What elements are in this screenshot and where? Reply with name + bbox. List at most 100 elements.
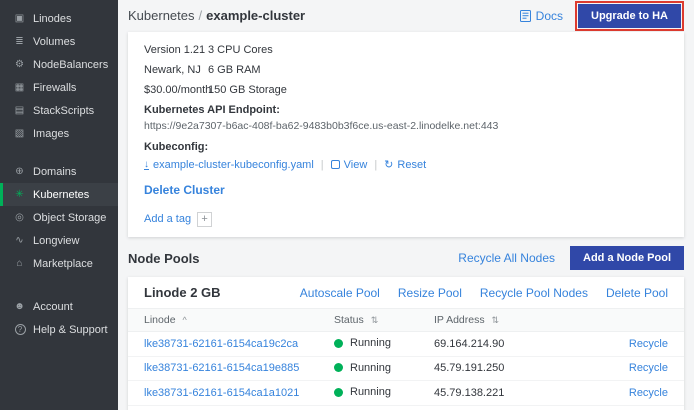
api-endpoint-url: https://9e2a7307-b6ac-408f-ba62-9483b0b3… (144, 120, 668, 132)
sidebar-item-label: Account (33, 301, 73, 313)
volumes-icon: ≣ (13, 36, 26, 47)
cluster-specs: Version 1.21 3 CPU Cores Newark, NJ 6 GB… (144, 40, 668, 100)
kubeconfig-view-link[interactable]: View (331, 159, 368, 171)
sidebar-item-label: Firewalls (33, 82, 76, 94)
add-node-pool-button[interactable]: Add a Node Pool (570, 246, 684, 270)
ip-address: 69.164.214.90 (418, 332, 568, 357)
column-header-linode[interactable]: Linode ^ (128, 309, 318, 332)
sidebar-item-label: Domains (33, 166, 76, 178)
pool-action-links: Autoscale Pool Resize Pool Recycle Pool … (300, 286, 668, 300)
breadcrumb: Kubernetes/example-cluster (128, 8, 305, 23)
sidebar-item-domains[interactable]: ⊕ Domains (0, 160, 118, 183)
sidebar-item-help-support[interactable]: ? Help & Support (0, 318, 118, 341)
images-icon: ▧ (13, 128, 26, 139)
marketplace-icon: ⌂ (13, 258, 26, 269)
recycle-node-link[interactable]: Recycle (629, 362, 668, 374)
column-header-status[interactable]: Status ⇅ (318, 309, 418, 332)
node-pool-card: Linode 2 GB Autoscale Pool Resize Pool R… (128, 277, 684, 410)
status-label: Running (350, 386, 391, 398)
sidebar: ▣ Linodes ≣ Volumes ⚙ NodeBalancers ▦ Fi… (0, 0, 118, 410)
recycle-node-link[interactable]: Recycle (629, 338, 668, 350)
docs-link[interactable]: Docs (520, 9, 563, 23)
sidebar-item-linodes[interactable]: ▣ Linodes (0, 7, 118, 30)
node-link[interactable]: lke38731-62161-6154ca19c2ca (144, 338, 298, 350)
node-pools-actions: Recycle All Nodes Add a Node Pool (458, 246, 684, 270)
cluster-summary-card: Version 1.21 3 CPU Cores Newark, NJ 6 GB… (128, 32, 684, 237)
node-link[interactable]: lke38731-62161-6154ca19e885 (144, 362, 299, 374)
download-icon: ↓ (144, 160, 149, 170)
status-dot-icon (334, 339, 343, 348)
kubeconfig-reset-link[interactable]: ↻ Reset (384, 158, 426, 171)
sidebar-item-firewalls[interactable]: ▦ Firewalls (0, 76, 118, 99)
plus-icon: + (197, 212, 212, 227)
autoscale-pool-link[interactable]: Autoscale Pool (300, 286, 380, 300)
page-header: Kubernetes/example-cluster Docs Upgrade … (118, 0, 694, 32)
kubeconfig-download-link[interactable]: ↓ example-cluster-kubeconfig.yaml (144, 159, 314, 171)
sidebar-item-label: Linodes (33, 13, 72, 25)
reset-label: Reset (397, 159, 426, 171)
spec-cpu: 3 CPU Cores (208, 40, 668, 60)
sidebar-item-stackscripts[interactable]: ▤ StackScripts (0, 99, 118, 122)
sidebar-item-kubernetes[interactable]: ✳ Kubernetes (0, 183, 118, 206)
spec-price: $30.00/month (144, 80, 208, 100)
header-actions: Docs Upgrade to HA (520, 1, 684, 31)
delete-cluster-row: Delete Cluster (144, 181, 668, 199)
status-badge: Running (334, 362, 391, 374)
help-icon: ? (13, 324, 26, 335)
divider: | (374, 159, 377, 171)
sidebar-item-label: Marketplace (33, 258, 93, 270)
status-label: Running (350, 337, 391, 349)
kubeconfig-label: Kubeconfig: (144, 141, 668, 153)
docs-icon (520, 10, 531, 22)
kubeconfig-filename: example-cluster-kubeconfig.yaml (153, 159, 314, 171)
sidebar-item-label: Help & Support (33, 324, 108, 336)
sidebar-item-nodebalancers[interactable]: ⚙ NodeBalancers (0, 53, 118, 76)
sort-icon: ⇅ (371, 315, 379, 325)
sidebar-item-label: Object Storage (33, 212, 106, 224)
recycle-pool-nodes-link[interactable]: Recycle Pool Nodes (480, 286, 588, 300)
sidebar-item-label: NodeBalancers (33, 59, 108, 71)
docs-label: Docs (536, 9, 563, 23)
spec-version: Version 1.21 (144, 40, 208, 60)
sidebar-item-account[interactable]: ☻ Account (0, 295, 118, 318)
tags-row: Add a tag + (144, 209, 668, 227)
sidebar-item-images[interactable]: ▧ Images (0, 122, 118, 145)
status-label: Running (350, 362, 391, 374)
resize-pool-link[interactable]: Resize Pool (398, 286, 462, 300)
status-dot-icon (334, 388, 343, 397)
breadcrumb-section[interactable]: Kubernetes (128, 8, 195, 23)
stackscripts-icon: ▤ (13, 105, 26, 116)
sort-icon: ⇅ (492, 315, 500, 325)
sidebar-item-object-storage[interactable]: ◎ Object Storage (0, 206, 118, 229)
table-row: lke38731-62161-6154ca19c2ca Running 69.1… (128, 332, 684, 357)
status-badge: Running (334, 337, 391, 349)
add-tag-button[interactable]: Add a tag + (144, 212, 212, 227)
api-endpoint-label: Kubernetes API Endpoint: (144, 104, 668, 116)
reset-icon: ↻ (384, 158, 393, 171)
recycle-node-link[interactable]: Recycle (629, 387, 668, 399)
recycle-all-nodes-link[interactable]: Recycle All Nodes (458, 251, 555, 265)
spec-storage: 150 GB Storage (208, 80, 668, 100)
pool-name: Linode 2 GB (144, 285, 221, 300)
delete-cluster-link[interactable]: Delete Cluster (144, 183, 225, 197)
ip-address: 45.79.138.221 (418, 381, 568, 406)
upgrade-ha-highlight: Upgrade to HA (575, 1, 684, 31)
breadcrumb-current: example-cluster (206, 8, 305, 23)
firewall-icon: ▦ (13, 82, 26, 93)
sidebar-item-longview[interactable]: ∿ Longview (0, 229, 118, 252)
node-link[interactable]: lke38731-62161-6154ca1a1021 (144, 387, 299, 399)
pool-id: Pool ID 62161 (128, 406, 684, 410)
upgrade-to-ha-button[interactable]: Upgrade to HA (578, 4, 681, 28)
sidebar-item-label: Longview (33, 235, 79, 247)
ip-address: 45.79.191.250 (418, 356, 568, 381)
delete-pool-link[interactable]: Delete Pool (606, 286, 668, 300)
nodes-table: Linode ^ Status ⇅ IP Address ⇅ (128, 308, 684, 406)
table-row: lke38731-62161-6154ca19e885 Running 45.7… (128, 356, 684, 381)
column-header-ip-address[interactable]: IP Address ⇅ (418, 309, 568, 332)
object-storage-icon: ◎ (13, 212, 26, 223)
sidebar-item-label: Kubernetes (33, 189, 89, 201)
status-dot-icon (334, 363, 343, 372)
sidebar-item-volumes[interactable]: ≣ Volumes (0, 30, 118, 53)
view-icon (331, 160, 340, 169)
sidebar-item-marketplace[interactable]: ⌂ Marketplace (0, 252, 118, 275)
